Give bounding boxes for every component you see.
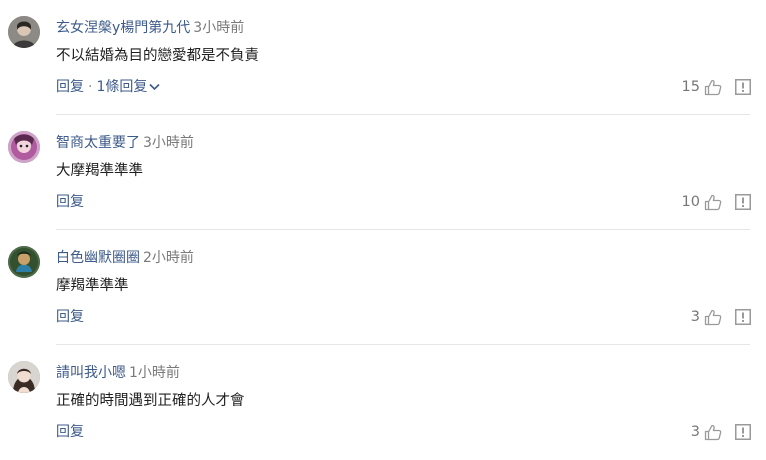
comment-item: 智商太重要了 3小時前 大摩羯準準準 回复 10 xyxy=(0,115,766,230)
comment-actions: 回复 xyxy=(56,192,84,212)
comment-item: 玄女涅槃y楊門第九代 3小時前 不以結婚為目的戀愛都是不負責 回复 · 1條回复 15 xyxy=(0,0,766,115)
comment-item: 請叫我小嗯 1小時前 正確的時間遇到正確的人才會 回复 3 xyxy=(0,345,766,460)
author-name[interactable]: 玄女涅槃y楊門第九代 xyxy=(56,20,190,36)
view-replies-button[interactable]: 1條回复 xyxy=(96,79,160,95)
comment-meta: 玄女涅槃y楊門第九代 3小時前 xyxy=(56,18,244,38)
like-count: 10 xyxy=(681,194,700,210)
comment-item: 白色幽默圈圈 2小時前 摩羯準準準 回复 3 xyxy=(0,230,766,345)
report-button[interactable] xyxy=(735,309,751,325)
avatar[interactable] xyxy=(8,361,40,393)
thumbs-up-icon xyxy=(704,424,722,440)
author-name[interactable]: 智商太重要了 xyxy=(56,135,140,151)
report-button[interactable] xyxy=(735,424,751,440)
like-count: 3 xyxy=(690,309,700,325)
reply-button[interactable]: 回复 xyxy=(56,424,84,440)
timestamp: 2小時前 xyxy=(143,250,194,266)
like-button[interactable]: 3 xyxy=(691,307,722,327)
author-name[interactable]: 請叫我小嗯 xyxy=(56,365,126,381)
reply-button[interactable]: 回复 xyxy=(56,309,84,325)
separator: · xyxy=(88,79,93,95)
timestamp: 3小時前 xyxy=(143,135,194,151)
comment-text: 不以結婚為目的戀愛都是不負責 xyxy=(56,48,259,64)
report-button[interactable] xyxy=(735,194,751,210)
comment-actions: 回复 · 1條回复 xyxy=(56,77,160,97)
report-icon xyxy=(735,424,751,440)
timestamp: 3小時前 xyxy=(193,20,245,36)
like-button[interactable]: 15 xyxy=(682,77,722,97)
thumbs-up-icon xyxy=(704,194,722,210)
report-icon xyxy=(735,194,751,210)
comment-actions: 回复 xyxy=(56,307,84,327)
avatar[interactable] xyxy=(8,16,40,48)
reply-button[interactable]: 回复 xyxy=(56,194,84,210)
comment-meta: 智商太重要了 3小時前 xyxy=(56,133,194,153)
like-count: 15 xyxy=(681,79,700,95)
comment-meta: 請叫我小嗯 1小時前 xyxy=(56,363,180,383)
avatar[interactable] xyxy=(8,246,40,278)
report-icon xyxy=(735,79,751,95)
chevron-down-icon xyxy=(149,83,160,91)
like-button[interactable]: 10 xyxy=(682,192,722,212)
like-button[interactable]: 3 xyxy=(691,422,722,442)
avatar[interactable] xyxy=(8,131,40,163)
report-button[interactable] xyxy=(735,79,751,95)
comment-text: 大摩羯準準準 xyxy=(56,163,143,179)
thumbs-up-icon xyxy=(704,79,722,95)
report-icon xyxy=(735,309,751,325)
like-count: 3 xyxy=(690,424,700,440)
reply-count-label: 1條回复 xyxy=(96,79,148,95)
thumbs-up-icon xyxy=(704,309,722,325)
comment-text: 摩羯準準準 xyxy=(56,278,129,294)
timestamp: 1小時前 xyxy=(129,365,180,381)
comment-meta: 白色幽默圈圈 2小時前 xyxy=(56,248,194,268)
author-name[interactable]: 白色幽默圈圈 xyxy=(56,250,140,266)
comment-text: 正確的時間遇到正確的人才會 xyxy=(56,393,245,409)
reply-button[interactable]: 回复 xyxy=(56,79,84,95)
comment-actions: 回复 xyxy=(56,422,84,442)
